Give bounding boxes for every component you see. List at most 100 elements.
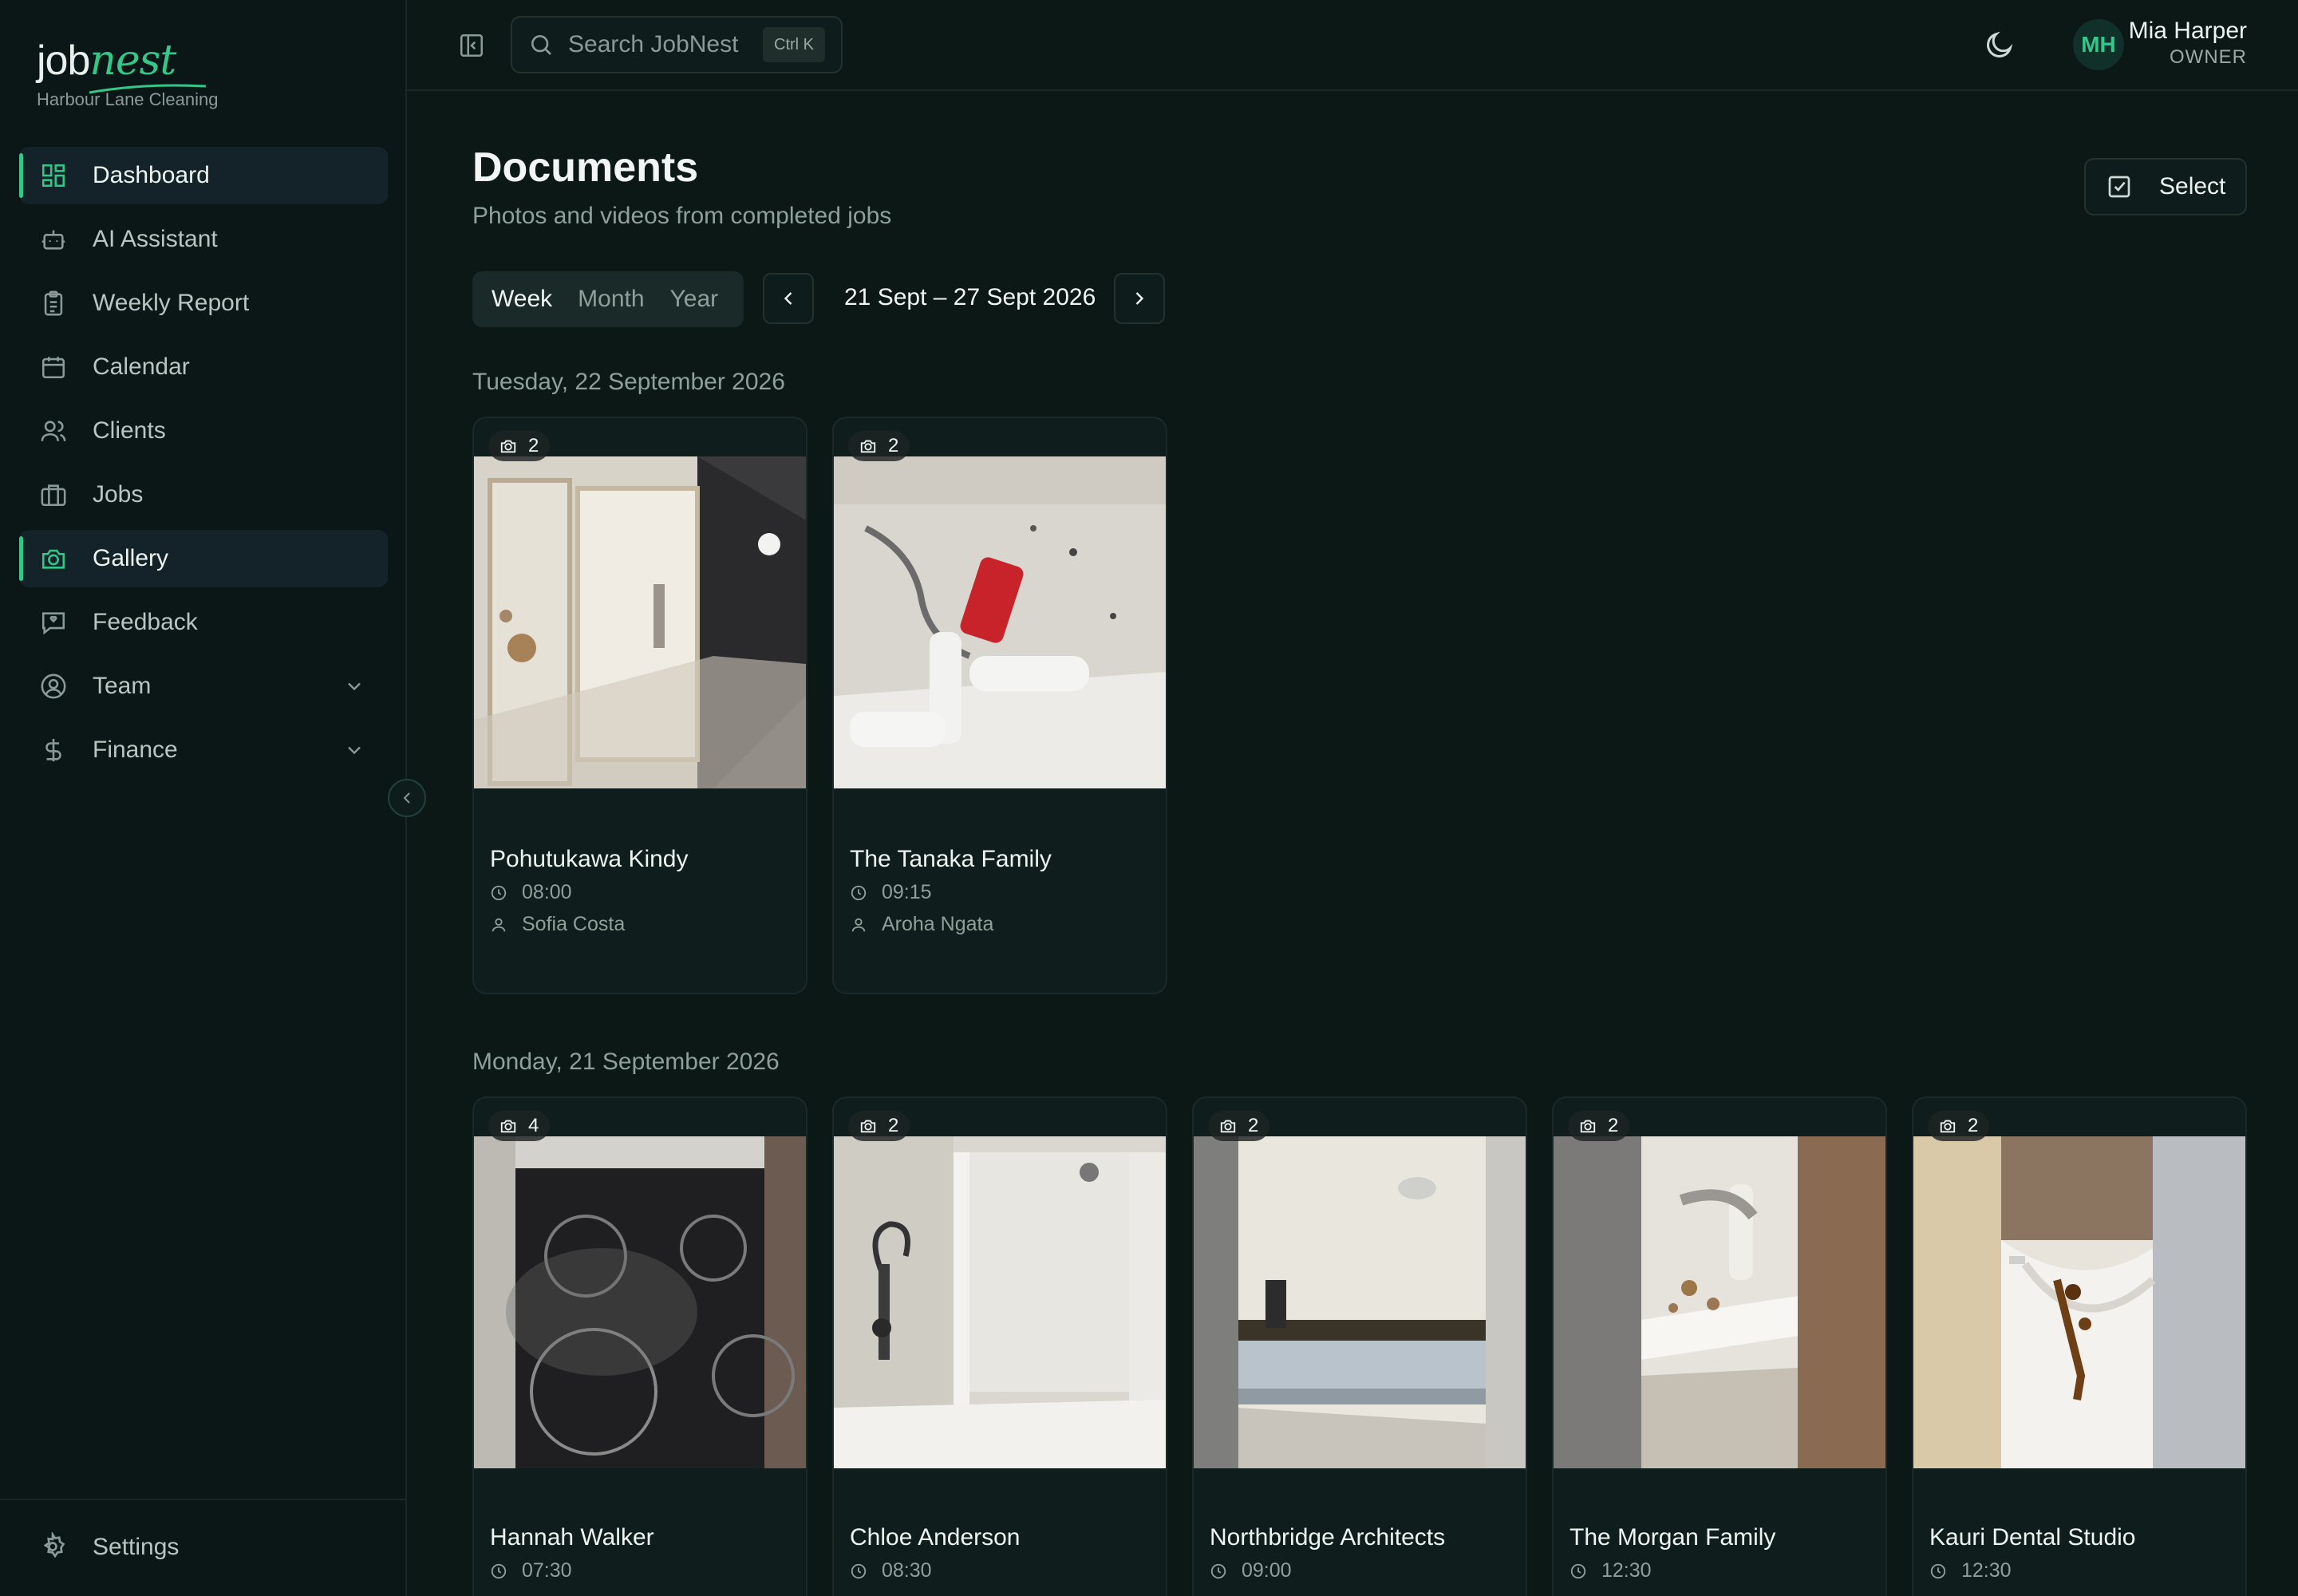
- job-card[interactable]: 4 Hannah Walker 07:30: [472, 1096, 807, 1596]
- user-name: Mia Harper: [2128, 18, 2247, 44]
- message-icon: [38, 607, 69, 638]
- photo-count-badge: 2: [1208, 1111, 1270, 1141]
- clock-icon: [1930, 1563, 1946, 1578]
- time-value: 12:30: [1961, 1559, 2012, 1582]
- select-button[interactable]: Select: [2084, 158, 2247, 215]
- job-time: 07:30: [490, 1559, 572, 1582]
- photo-count: 2: [1968, 1115, 1979, 1136]
- settings-label: Settings: [93, 1534, 180, 1560]
- logo-swoosh-icon: [89, 84, 207, 94]
- photo-count-badge: 2: [488, 431, 551, 461]
- brand: jobnest Harbour Lane Cleaning: [37, 35, 219, 110]
- client-name: Northbridge Architects: [1210, 1524, 1446, 1551]
- chevron-right-icon: [1135, 292, 1144, 305]
- client-name: The Tanaka Family: [850, 846, 1052, 872]
- client-name: Chloe Anderson: [850, 1524, 1021, 1551]
- clock-icon: [1210, 1563, 1226, 1578]
- nav-item-label: Calendar: [93, 354, 190, 380]
- gear-icon: [38, 1531, 69, 1562]
- camera-icon: [860, 440, 876, 453]
- photo-count-badge: 2: [848, 431, 910, 461]
- nav-item-label: Weekly Report: [93, 290, 250, 316]
- time-value: 08:30: [882, 1559, 932, 1582]
- nav-item-gallery[interactable]: Gallery: [19, 530, 388, 587]
- job-time: 12:30: [1929, 1559, 2012, 1582]
- users-icon: [38, 416, 69, 446]
- job-card[interactable]: 2 Northbridge Architects 09:00: [1192, 1096, 1527, 1596]
- tab-year[interactable]: Year: [657, 277, 732, 322]
- nav-item-label: Finance: [93, 737, 178, 763]
- camera-icon: [1220, 1120, 1236, 1133]
- date-range-label: 21 Sept – 27 Sept 2026: [844, 284, 1096, 310]
- time-value: 07:30: [522, 1559, 572, 1582]
- select-button-label: Select: [2159, 173, 2226, 200]
- tab-week[interactable]: Week: [479, 277, 565, 322]
- job-card[interactable]: 2 The Tanaka Family 09:15 Aroha Ngata: [832, 417, 1167, 994]
- jobnest-logo[interactable]: jobnest: [37, 35, 219, 86]
- nav-item-finance[interactable]: Finance: [19, 721, 388, 779]
- nav-item-calendar[interactable]: Calendar: [19, 338, 388, 396]
- job-time: 09:00: [1210, 1559, 1292, 1582]
- camera-icon: [1940, 1120, 1956, 1133]
- photo-count-badge: 4: [488, 1111, 551, 1141]
- nav-item-jobs[interactable]: Jobs: [19, 466, 388, 523]
- time-value: 09:15: [882, 881, 932, 903]
- job-photo[interactable]: [1194, 1136, 1526, 1468]
- photo-count-badge: 2: [1568, 1111, 1630, 1141]
- staff-name: Sofia Costa: [522, 913, 626, 935]
- photo-count: 2: [528, 435, 539, 456]
- logo-text-nest: nest: [89, 37, 176, 85]
- job-photo[interactable]: [834, 456, 1166, 788]
- nav-item-team[interactable]: Team: [19, 658, 388, 715]
- job-photo[interactable]: [1554, 1136, 1885, 1468]
- user-icon: [851, 918, 866, 931]
- search-placeholder: Search JobNest: [568, 31, 739, 57]
- job-photo[interactable]: [474, 456, 806, 788]
- nav-item-dashboard[interactable]: Dashboard: [19, 147, 388, 204]
- nav-item-label: Gallery: [93, 545, 169, 571]
- nav-item-clients[interactable]: Clients: [19, 402, 388, 460]
- job-staff: Sofia Costa: [490, 913, 625, 936]
- nav-item-weekly-report[interactable]: Weekly Report: [19, 275, 388, 332]
- user-circle-icon: [38, 671, 69, 701]
- dollar-icon: [38, 735, 69, 765]
- job-card[interactable]: 2 Kauri Dental Studio 12:30: [1912, 1096, 2247, 1596]
- nav-item-ai-assistant[interactable]: AI Assistant: [19, 211, 388, 268]
- range-tabs: Week Month Year: [472, 271, 744, 327]
- page-subtitle: Photos and videos from completed jobs: [472, 203, 892, 229]
- user-icon: [492, 918, 506, 931]
- photo-count-badge: 2: [1928, 1111, 1990, 1141]
- dashboard-icon: [38, 160, 69, 191]
- moon-icon[interactable]: [1984, 29, 2016, 61]
- clock-icon: [851, 1563, 867, 1578]
- job-time: 12:30: [1570, 1559, 1652, 1582]
- nav-item-feedback[interactable]: Feedback: [19, 594, 388, 651]
- job-photo[interactable]: [834, 1136, 1166, 1468]
- search-input[interactable]: Search JobNest Ctrl K: [511, 16, 843, 73]
- job-photo[interactable]: [474, 1136, 806, 1468]
- staff-name: Aroha Ngata: [882, 913, 994, 935]
- tab-month[interactable]: Month: [565, 277, 657, 322]
- job-time: 09:15: [850, 881, 932, 904]
- time-value: 12:30: [1601, 1559, 1652, 1582]
- clock-icon: [851, 885, 867, 900]
- next-range-button[interactable]: [1114, 273, 1165, 324]
- main-nav: Dashboard AI Assistant Weekly Report Cal…: [19, 147, 388, 785]
- clock-icon: [491, 1563, 507, 1578]
- previous-range-button[interactable]: [763, 273, 814, 324]
- keyboard-shortcut-badge: Ctrl K: [763, 27, 825, 62]
- clipboard-icon: [38, 288, 69, 318]
- job-card[interactable]: 2 Pohutukawa Kindy 08:00 Sofia Costa: [472, 417, 807, 994]
- nav-item-label: Jobs: [93, 481, 144, 508]
- time-value: 08:00: [522, 881, 572, 903]
- camera-icon: [500, 440, 516, 453]
- photo-count: 4: [528, 1115, 539, 1136]
- job-card[interactable]: 2 The Morgan Family 12:30: [1552, 1096, 1887, 1596]
- avatar[interactable]: MH: [2073, 19, 2124, 70]
- camera-icon: [1580, 1120, 1596, 1133]
- panel-toggle-icon[interactable]: [458, 32, 485, 59]
- nav-item-settings[interactable]: Settings: [38, 1531, 180, 1562]
- collapse-sidebar-button[interactable]: [388, 779, 426, 817]
- job-photo[interactable]: [1913, 1136, 2245, 1468]
- job-card[interactable]: 2 Chloe Anderson 08:30: [832, 1096, 1167, 1596]
